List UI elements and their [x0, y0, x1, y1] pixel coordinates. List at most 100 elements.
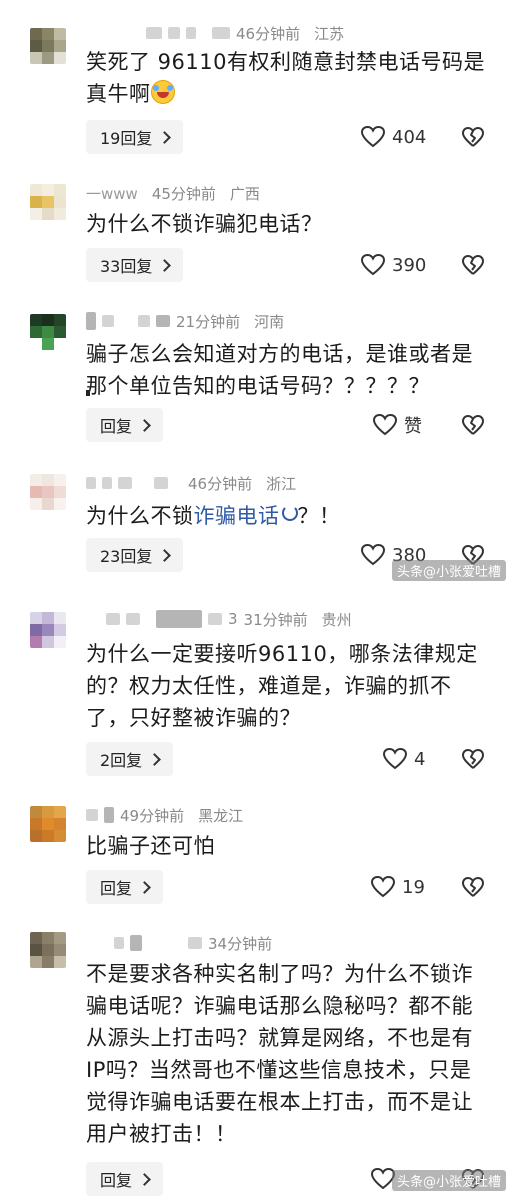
- blurred-username: [130, 935, 142, 951]
- comment-text-body: 笑死了 96110有权利随意封禁电话号码是真牛啊: [86, 50, 485, 106]
- search-link-icon: [281, 505, 298, 521]
- reply-label: 33回复: [100, 257, 153, 276]
- comment-meta: 49分钟前 黑龙江: [86, 804, 243, 826]
- reply-label: 2回复: [100, 751, 143, 770]
- blurred-username: [106, 613, 120, 625]
- blurred-username: [146, 27, 162, 39]
- chevron-right-icon: [158, 258, 172, 272]
- comment-time: 46分钟前: [236, 24, 301, 43]
- reply-label: 回复: [100, 1171, 133, 1190]
- reply-button[interactable]: 33回复: [86, 248, 184, 282]
- reply-button[interactable]: 19回复: [86, 120, 184, 154]
- laughing-emoji-icon: [150, 80, 175, 104]
- comment-time: 49分钟前: [120, 806, 185, 825]
- chevron-right-icon: [138, 880, 151, 894]
- comment-username-suffix: 3: [228, 610, 238, 628]
- comment-text: 比骗子还可怕: [86, 834, 215, 858]
- reply-button[interactable]: 回复: [86, 408, 164, 442]
- avatar[interactable]: [30, 612, 66, 648]
- blurred-username: [212, 27, 230, 39]
- search-link[interactable]: 诈骗电话: [194, 504, 280, 528]
- like-count: 19: [402, 876, 425, 898]
- avatar[interactable]: [30, 932, 66, 968]
- dislike-button[interactable]: [460, 408, 486, 442]
- comment-text: 笑死了 96110有权利随意封禁电话号码是真牛啊: [86, 46, 486, 110]
- comment-time: 46分钟前: [188, 474, 253, 493]
- blurred-username: [102, 315, 114, 327]
- avatar[interactable]: [30, 806, 66, 842]
- blurred-username: [102, 477, 112, 489]
- reply-button[interactable]: 回复: [86, 870, 164, 904]
- heart-outline-icon: [382, 747, 408, 770]
- broken-heart-icon: [462, 877, 484, 897]
- chevron-right-icon: [158, 130, 172, 144]
- like-button[interactable]: 4: [382, 742, 425, 776]
- comment-time: 45分钟前: [151, 184, 216, 203]
- comment-location: 广西: [229, 184, 260, 203]
- blurred-username: [188, 937, 202, 949]
- comment-meta: 46分钟前 浙江: [86, 472, 296, 494]
- blurred-username: [86, 809, 98, 821]
- comment-meta: 46分钟前 江苏: [86, 22, 344, 44]
- blurred-username: [86, 312, 96, 330]
- heart-outline-icon: [372, 413, 398, 436]
- heart-outline-icon: [370, 875, 396, 898]
- like-count: 4: [414, 748, 426, 770]
- comment-text: 为什么一定要接听96110，哪条法律规定的？权力太任性，难道是，诈骗的抓不了，只…: [86, 642, 478, 730]
- like-button[interactable]: 390: [360, 248, 426, 282]
- dislike-button[interactable]: [460, 870, 486, 904]
- comment-location: 贵州: [321, 610, 352, 629]
- reply-button[interactable]: 23回复: [86, 538, 184, 572]
- broken-heart-icon: [462, 255, 484, 275]
- text-cursor-mark: [86, 390, 90, 396]
- comment-time: 21分钟前: [176, 312, 241, 331]
- chevron-right-icon: [138, 1172, 151, 1186]
- chevron-right-icon: [158, 548, 172, 562]
- heart-outline-icon: [360, 125, 386, 148]
- blurred-username: [168, 27, 180, 39]
- blurred-username: [156, 610, 202, 628]
- dislike-button[interactable]: [460, 120, 486, 154]
- chevron-right-icon: [138, 418, 151, 432]
- comment-time: 34分钟前: [208, 934, 273, 953]
- blurred-username: [186, 27, 196, 39]
- reply-label: 19回复: [100, 129, 153, 148]
- comment-text: 为什么不锁诈骗犯电话？: [86, 212, 323, 236]
- avatar[interactable]: [30, 28, 66, 64]
- avatar[interactable]: [30, 184, 66, 220]
- blurred-username: [86, 477, 96, 489]
- blurred-username: [208, 613, 222, 625]
- blurred-username: [118, 477, 132, 489]
- avatar[interactable]: [30, 474, 66, 510]
- heart-outline-icon: [360, 543, 386, 566]
- reply-button[interactable]: 回复: [86, 1162, 164, 1196]
- comment-location: 江苏: [314, 24, 345, 43]
- broken-heart-icon: [462, 127, 484, 147]
- comment-meta: 3 31分钟前 贵州: [86, 608, 352, 630]
- chevron-right-icon: [148, 752, 162, 766]
- blurred-username: [126, 613, 140, 625]
- watermark: 头条@小张爱吐槽: [392, 1170, 507, 1191]
- like-button[interactable]: 赞: [372, 408, 422, 442]
- comment-username: 一www: [86, 184, 138, 203]
- reply-label: 23回复: [100, 547, 153, 566]
- like-count: 390: [392, 254, 427, 276]
- like-count: 赞: [404, 416, 422, 437]
- like-button[interactable]: 19: [370, 870, 425, 904]
- blurred-username: [156, 315, 170, 327]
- blurred-username: [104, 807, 114, 823]
- dislike-button[interactable]: [460, 742, 486, 776]
- blurred-username: [154, 477, 168, 489]
- comment-text: 为什么不锁诈骗电话 ？！: [86, 500, 486, 532]
- avatar[interactable]: [30, 314, 66, 350]
- comment-location: 浙江: [266, 474, 297, 493]
- comment-text: 不是要求各种实名制了吗？为什么不锁诈骗电话呢？诈骗电话那么隐秘吗？都不能从源头上…: [86, 962, 473, 1146]
- reply-button[interactable]: 2回复: [86, 742, 174, 776]
- comment-location: 黑龙江: [198, 806, 244, 825]
- like-count: 404: [392, 126, 427, 148]
- blurred-username: [114, 937, 124, 949]
- reply-label: 回复: [100, 417, 133, 436]
- like-button[interactable]: 404: [360, 120, 426, 154]
- comment-meta: 21分钟前 河南: [86, 310, 284, 332]
- dislike-button[interactable]: [460, 248, 486, 282]
